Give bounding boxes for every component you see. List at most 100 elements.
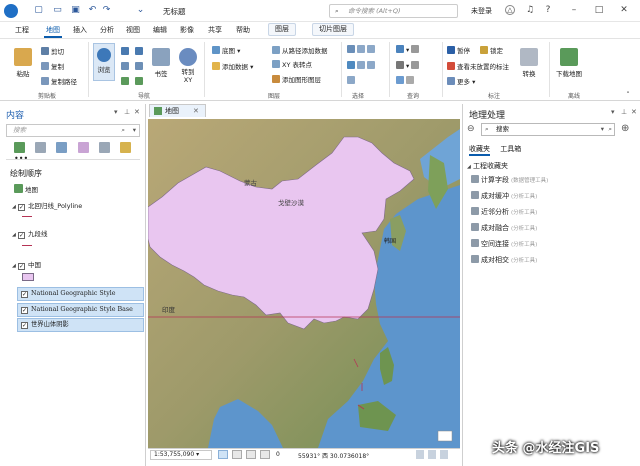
layer-national-geographic-style[interactable]: ✓ National Geographic Style bbox=[17, 287, 144, 301]
tab-map[interactable]: 地图 bbox=[44, 25, 62, 38]
collapse-ribbon-icon[interactable]: ˄ bbox=[622, 89, 634, 101]
favorites-group-header[interactable]: ◢ 工程收藏夹 bbox=[467, 161, 508, 171]
help-icon[interactable]: ? bbox=[542, 4, 554, 16]
map-view[interactable]: 地图 ✕ 蒙古 戈壁沙漠 韩国 印度 bbox=[148, 104, 460, 466]
tab-share[interactable]: 共享 bbox=[208, 25, 222, 35]
rotation-icon[interactable] bbox=[246, 450, 256, 459]
pin-icon[interactable]: ⊥ bbox=[124, 108, 130, 116]
previous-extent-icon[interactable] bbox=[135, 77, 145, 86]
layer-visibility-checkbox[interactable]: ✓ bbox=[18, 232, 25, 239]
layer-world-hillshade[interactable]: ✓ 世界山体阴影 bbox=[17, 318, 144, 332]
layer-national-geographic-style-base[interactable]: ✓ National Geographic Style Base bbox=[17, 303, 144, 317]
tab-project[interactable]: 工程 bbox=[15, 25, 29, 35]
add-graphics-layer-button[interactable]: 添加图形图层 bbox=[272, 74, 321, 84]
tool-pairwise-buffer[interactable]: 成对缓冲 (分析工具) bbox=[471, 191, 537, 201]
cut-button[interactable]: 剪切 bbox=[41, 46, 64, 56]
close-pane-icon[interactable]: ✕ bbox=[631, 108, 637, 116]
tab-help[interactable]: 帮助 bbox=[236, 25, 250, 35]
tab-favorites[interactable]: 收藏夹 bbox=[469, 145, 490, 156]
convert-labels-button[interactable]: 转换 bbox=[520, 48, 538, 78]
basemap-button[interactable]: 底图 ▾ bbox=[212, 45, 240, 55]
map-view-tab[interactable]: 地图 ✕ bbox=[149, 104, 206, 117]
list-by-editing-icon[interactable] bbox=[77, 142, 89, 153]
tab-view[interactable]: 视图 bbox=[126, 25, 140, 35]
copy-button[interactable]: 复制 bbox=[41, 61, 64, 71]
pin-icon[interactable]: ⊥ bbox=[621, 108, 627, 116]
settings-icon[interactable] bbox=[440, 450, 448, 459]
select-button[interactable] bbox=[347, 45, 377, 54]
tab-edit[interactable]: 编辑 bbox=[153, 25, 167, 35]
scale-selector[interactable]: 1:53,755,090 ▾ bbox=[150, 450, 212, 460]
pane-options-icon[interactable]: ▾ bbox=[114, 108, 118, 116]
tool-near[interactable]: 近邻分析 (分析工具) bbox=[471, 207, 537, 217]
layer-tropic-of-cancer[interactable]: ◢ ✓ 北回归线_Polyline bbox=[12, 200, 82, 211]
tool-pairwise-dissolve[interactable]: 成对融合 (分析工具) bbox=[471, 223, 537, 233]
undo-icon[interactable]: ↶ bbox=[87, 5, 98, 16]
layer-nine-dash-line[interactable]: ◢ ✓ 九段线 bbox=[12, 228, 48, 239]
tab-tile-layer[interactable]: 切片图层 bbox=[312, 23, 354, 36]
list-by-drawing-order-icon[interactable] bbox=[14, 142, 25, 153]
bookmarks-button[interactable]: 书签 bbox=[152, 48, 170, 78]
grid-icon[interactable] bbox=[218, 450, 228, 459]
back-icon[interactable] bbox=[121, 62, 131, 71]
lock-labels-button[interactable]: 锁定 bbox=[480, 45, 503, 55]
paste-button[interactable]: 粘贴 bbox=[14, 48, 32, 78]
bell-icon[interactable]: ♫ bbox=[524, 4, 536, 16]
zoom-in-icon[interactable] bbox=[121, 47, 131, 56]
layer-visibility-checkbox[interactable]: ✓ bbox=[18, 263, 25, 270]
tab-imagery[interactable]: 影像 bbox=[180, 25, 194, 35]
customize-icon[interactable]: ⌄ bbox=[135, 5, 146, 16]
layer-visibility-checkbox[interactable]: ✓ bbox=[21, 307, 28, 314]
minimize-icon[interactable]: – bbox=[568, 4, 580, 16]
navigator-icon[interactable] bbox=[260, 450, 270, 459]
add-icon[interactable]: ⊕ bbox=[621, 123, 629, 134]
snapping-icon[interactable] bbox=[232, 450, 242, 459]
list-by-snapping-icon[interactable] bbox=[98, 142, 110, 153]
tab-analysis[interactable]: 分析 bbox=[100, 25, 114, 35]
close-tab-icon[interactable]: ✕ bbox=[193, 107, 199, 115]
select-by-attributes-button[interactable] bbox=[347, 61, 377, 70]
layer-visibility-checkbox[interactable]: ✓ bbox=[21, 291, 28, 298]
view-unplaced-labels-button[interactable]: 查看未放置的标注 bbox=[447, 61, 509, 71]
new-icon[interactable]: ▢ bbox=[33, 5, 44, 16]
open-icon[interactable]: ▭ bbox=[52, 5, 63, 16]
tool-spatial-join[interactable]: 空间连接 (分析工具) bbox=[471, 239, 537, 249]
avatar-icon[interactable]: △ bbox=[505, 5, 515, 15]
forward-icon[interactable] bbox=[135, 62, 145, 71]
layer-map[interactable]: 地图 bbox=[14, 184, 38, 194]
tab-insert[interactable]: 插入 bbox=[73, 25, 87, 35]
app-icon[interactable] bbox=[4, 4, 18, 18]
list-by-selection-icon[interactable] bbox=[56, 142, 68, 153]
add-data-button[interactable]: 添加数据 ▾ bbox=[212, 61, 253, 71]
geoprocessing-search-input[interactable]: ⌕ 搜索 ▾ ⌕ bbox=[481, 123, 615, 136]
xy-table-to-point-button[interactable]: XY 表转点 bbox=[272, 59, 312, 69]
tab-toolboxes[interactable]: 工具箱 bbox=[500, 145, 521, 153]
goto-xy-button[interactable]: 转到 XY bbox=[179, 48, 197, 84]
full-extent-icon[interactable] bbox=[121, 77, 131, 86]
pause-drawing-icon[interactable] bbox=[416, 450, 424, 459]
redo-icon[interactable]: ↷ bbox=[101, 5, 112, 16]
layer-visibility-checkbox[interactable]: ✓ bbox=[21, 322, 28, 329]
user-status[interactable]: 未登录 bbox=[471, 6, 492, 16]
explore-button[interactable]: 浏览 bbox=[93, 43, 115, 81]
refresh-icon[interactable] bbox=[428, 450, 436, 459]
more-labels-button[interactable]: 更多 ▾ bbox=[447, 76, 475, 86]
back-icon[interactable]: ⊖ bbox=[467, 124, 475, 134]
close-pane-icon[interactable]: ✕ bbox=[134, 108, 140, 116]
measure-button[interactable]: ▾ bbox=[396, 61, 421, 70]
contents-search-input[interactable]: 搜索 ⌕ ▾ bbox=[6, 124, 140, 137]
more-options-icon[interactable]: ••• bbox=[14, 155, 28, 166]
zoom-out-icon[interactable] bbox=[135, 47, 145, 56]
tab-layer[interactable]: 图层 bbox=[268, 23, 296, 36]
close-icon[interactable]: ✕ bbox=[618, 4, 630, 16]
layer-china[interactable]: ◢ ✓ 中国 bbox=[12, 259, 41, 270]
command-search-input[interactable]: ⌕ 命令搜索 (Alt+Q) bbox=[329, 4, 458, 18]
list-by-labeling-icon[interactable] bbox=[120, 142, 132, 153]
layer-visibility-checkbox[interactable]: ✓ bbox=[18, 204, 25, 211]
tool-calculate-field[interactable]: 计算字段 (数据管理工具) bbox=[471, 175, 548, 185]
save-icon[interactable]: ▣ bbox=[70, 5, 81, 16]
copy-path-button[interactable]: 复制路径 bbox=[41, 76, 77, 86]
download-map-button[interactable]: 下载地图 bbox=[556, 48, 582, 78]
pause-labels-button[interactable]: 暂停 bbox=[447, 45, 470, 55]
list-by-source-icon[interactable] bbox=[35, 142, 47, 153]
